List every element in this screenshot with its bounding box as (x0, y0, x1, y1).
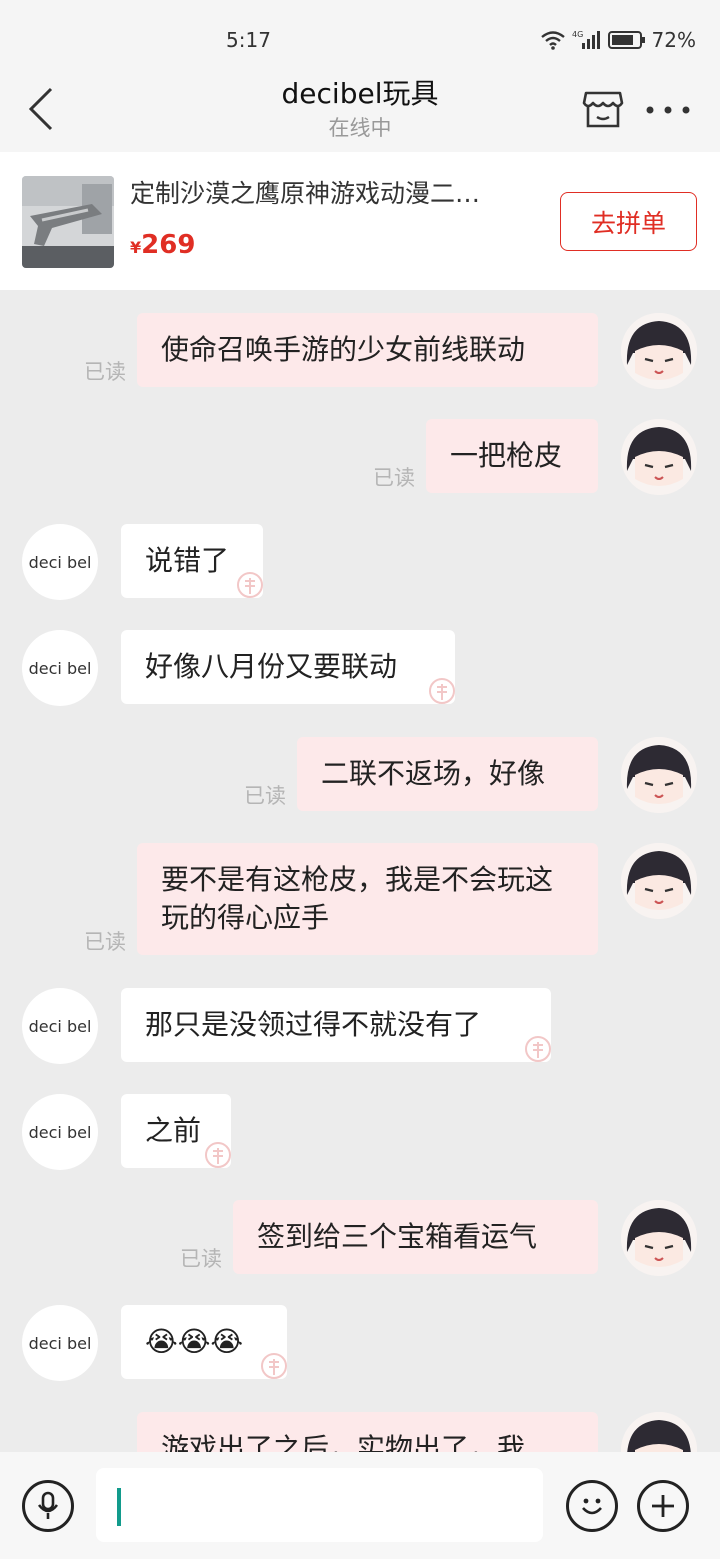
message-bubble-shop[interactable]: 那只是没领过得不就没有了 (121, 988, 551, 1062)
message-text: 那只是没领过得不就没有了 (145, 1008, 482, 1041)
product-card[interactable]: 定制沙漠之鹰原神游戏动漫二… ¥269 去拼单 (0, 152, 720, 290)
chat-list[interactable]: 已读 使命召唤手游的少女前线联动 已读 一把枪皮 deci bel 说错了 de… (0, 290, 720, 1452)
shop-avatar[interactable]: deci bel (22, 630, 98, 706)
store-button[interactable] (580, 86, 626, 132)
network-type: 4G (572, 30, 583, 39)
signal-icon: 4G (572, 29, 602, 51)
plus-icon (652, 1495, 674, 1517)
price-value: 269 (141, 230, 196, 260)
more-dots-icon (646, 106, 690, 114)
message-bubble-shop[interactable]: 😭😭😭 (121, 1305, 287, 1379)
message-bubble-shop[interactable]: 之前 (121, 1094, 231, 1168)
battery-percent: 72% (651, 28, 696, 52)
read-receipt: 已读 (84, 930, 126, 954)
avatar[interactable] (621, 1412, 697, 1452)
avatar[interactable] (621, 737, 697, 813)
watermark-icon (525, 1036, 551, 1062)
watermark-icon (237, 572, 263, 598)
message-bubble-me[interactable]: 使命召唤手游的少女前线联动 (137, 313, 598, 387)
read-receipt: 已读 (180, 1247, 222, 1271)
price-currency: ¥ (130, 238, 142, 257)
store-icon (582, 91, 624, 128)
message-bubble-me[interactable]: 二联不返场，好像 (297, 737, 598, 811)
read-receipt: 已读 (373, 466, 415, 490)
message-bubble-me[interactable]: 要不是有这枪皮，我是不会玩这玩的得心应手 (137, 843, 598, 955)
watermark-icon (261, 1353, 287, 1379)
shop-avatar[interactable]: deci bel (22, 524, 98, 600)
shop-avatar[interactable]: deci bel (22, 1094, 98, 1170)
avatar[interactable] (621, 1200, 697, 1276)
plus-button[interactable] (637, 1480, 689, 1532)
input-bar (0, 1452, 720, 1559)
voice-button[interactable] (22, 1480, 74, 1532)
message-bubble-shop[interactable]: 说错了 (121, 524, 263, 598)
message-bubble-shop[interactable]: 好像八月份又要联动 (121, 630, 455, 704)
wifi-icon (540, 30, 566, 50)
status-indicators: 4G 72% (540, 28, 696, 52)
read-receipt: 已读 (244, 784, 286, 808)
chat-header: decibel玩具 在线中 (0, 62, 720, 152)
message-bubble-me[interactable]: 签到给三个宝箱看运气 (233, 1200, 598, 1274)
message-text: 之前 (145, 1114, 202, 1147)
status-time: 5:17 (226, 28, 271, 52)
product-thumbnail[interactable] (22, 176, 114, 268)
shop-avatar[interactable]: deci bel (22, 988, 98, 1064)
avatar[interactable] (621, 313, 697, 389)
message-text: 说错了 (145, 544, 230, 577)
avatar[interactable] (621, 419, 697, 495)
text-caret (117, 1488, 121, 1526)
smiley-icon (582, 1498, 602, 1515)
avatar[interactable] (621, 843, 697, 919)
emoji-button[interactable] (566, 1480, 618, 1532)
message-input[interactable] (96, 1468, 543, 1542)
message-bubble-me[interactable]: 游戏出了之后，实物出了，我 (137, 1412, 598, 1452)
message-text: 😭😭😭 (145, 1325, 244, 1358)
message-bubble-me[interactable]: 一把枪皮 (426, 419, 598, 493)
read-receipt: 已读 (84, 360, 126, 384)
battery-icon (607, 30, 646, 50)
product-price: ¥269 (130, 230, 195, 260)
group-buy-button[interactable]: 去拼单 (560, 192, 697, 251)
watermark-icon (205, 1142, 231, 1168)
watermark-icon (429, 678, 455, 704)
more-button[interactable] (643, 90, 693, 130)
message-text: 好像八月份又要联动 (145, 650, 398, 683)
shop-avatar[interactable]: deci bel (22, 1305, 98, 1381)
microphone-icon (37, 1491, 59, 1519)
product-title[interactable]: 定制沙漠之鹰原神游戏动漫二… (130, 174, 530, 210)
